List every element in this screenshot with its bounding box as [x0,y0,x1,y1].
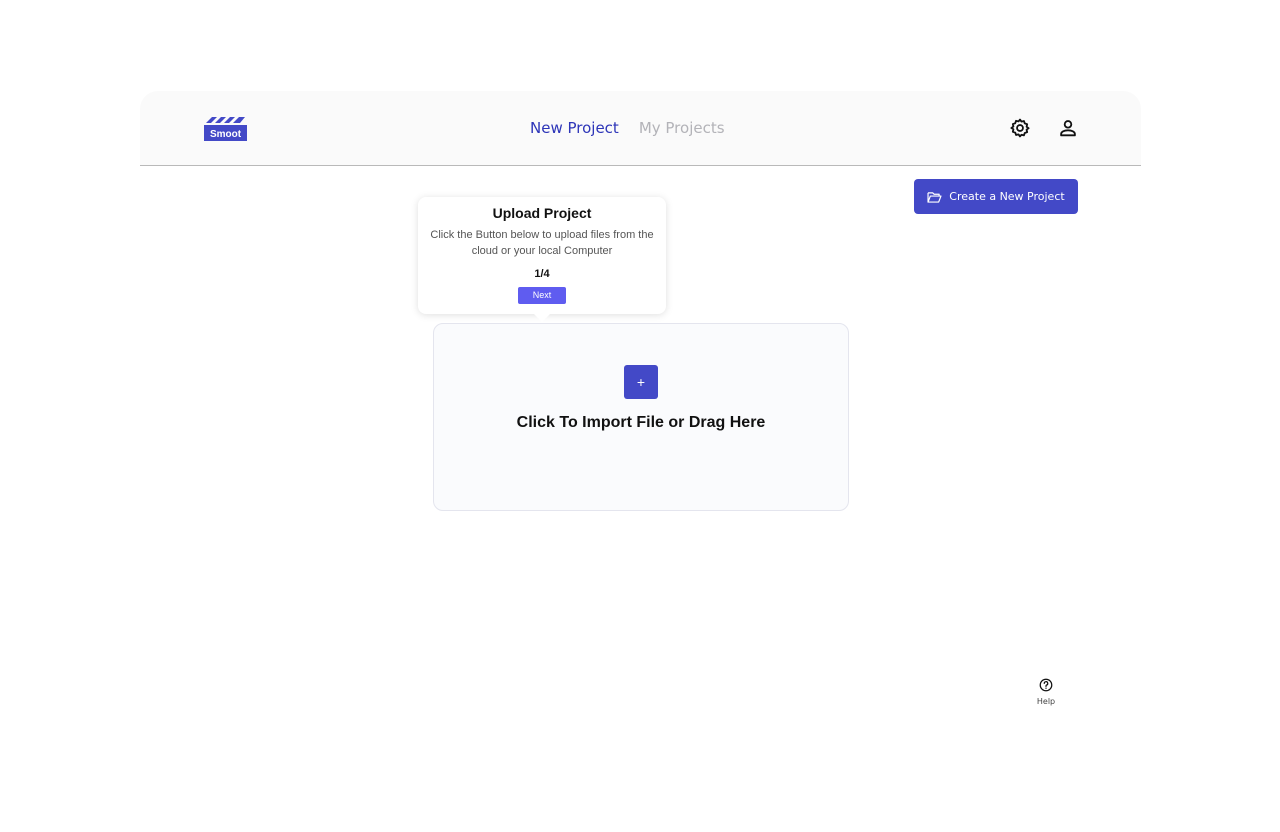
gear-icon [1010,118,1030,138]
plus-icon: + [636,374,646,390]
smoot-logo[interactable]: Smoot [204,114,247,141]
tooltip-next-button[interactable]: Next [518,287,566,304]
create-new-project-button[interactable]: Create a New Project [914,179,1078,214]
file-dropzone[interactable]: + Click To Import File or Drag Here [433,323,849,511]
import-file-button[interactable]: + [624,365,658,399]
main-nav: New Project My Projects [530,119,725,137]
tab-my-projects[interactable]: My Projects [639,119,725,137]
create-new-project-label: Create a New Project [949,190,1065,203]
folder-open-icon [927,191,942,203]
help-button[interactable]: Help [1030,678,1062,706]
tooltip-title: Upload Project [492,205,592,221]
dropzone-text: Click To Import File or Drag Here [516,414,766,431]
tooltip-step-counter: 1/4 [534,268,550,280]
help-label: Help [1036,697,1056,706]
question-circle-icon [1039,678,1053,692]
logo-text: Smoot [210,129,242,140]
app-frame: Smoot New Project My Projects Create a N… [140,91,1141,711]
profile-button[interactable] [1057,117,1079,139]
settings-button[interactable] [1009,117,1031,139]
tooltip-body: Click the Button below to upload files f… [430,229,654,257]
tab-new-project[interactable]: New Project [530,119,619,137]
user-icon [1060,120,1076,137]
top-header: Smoot New Project My Projects [140,91,1141,166]
onboarding-tooltip: Upload Project Click the Button below to… [418,197,666,322]
